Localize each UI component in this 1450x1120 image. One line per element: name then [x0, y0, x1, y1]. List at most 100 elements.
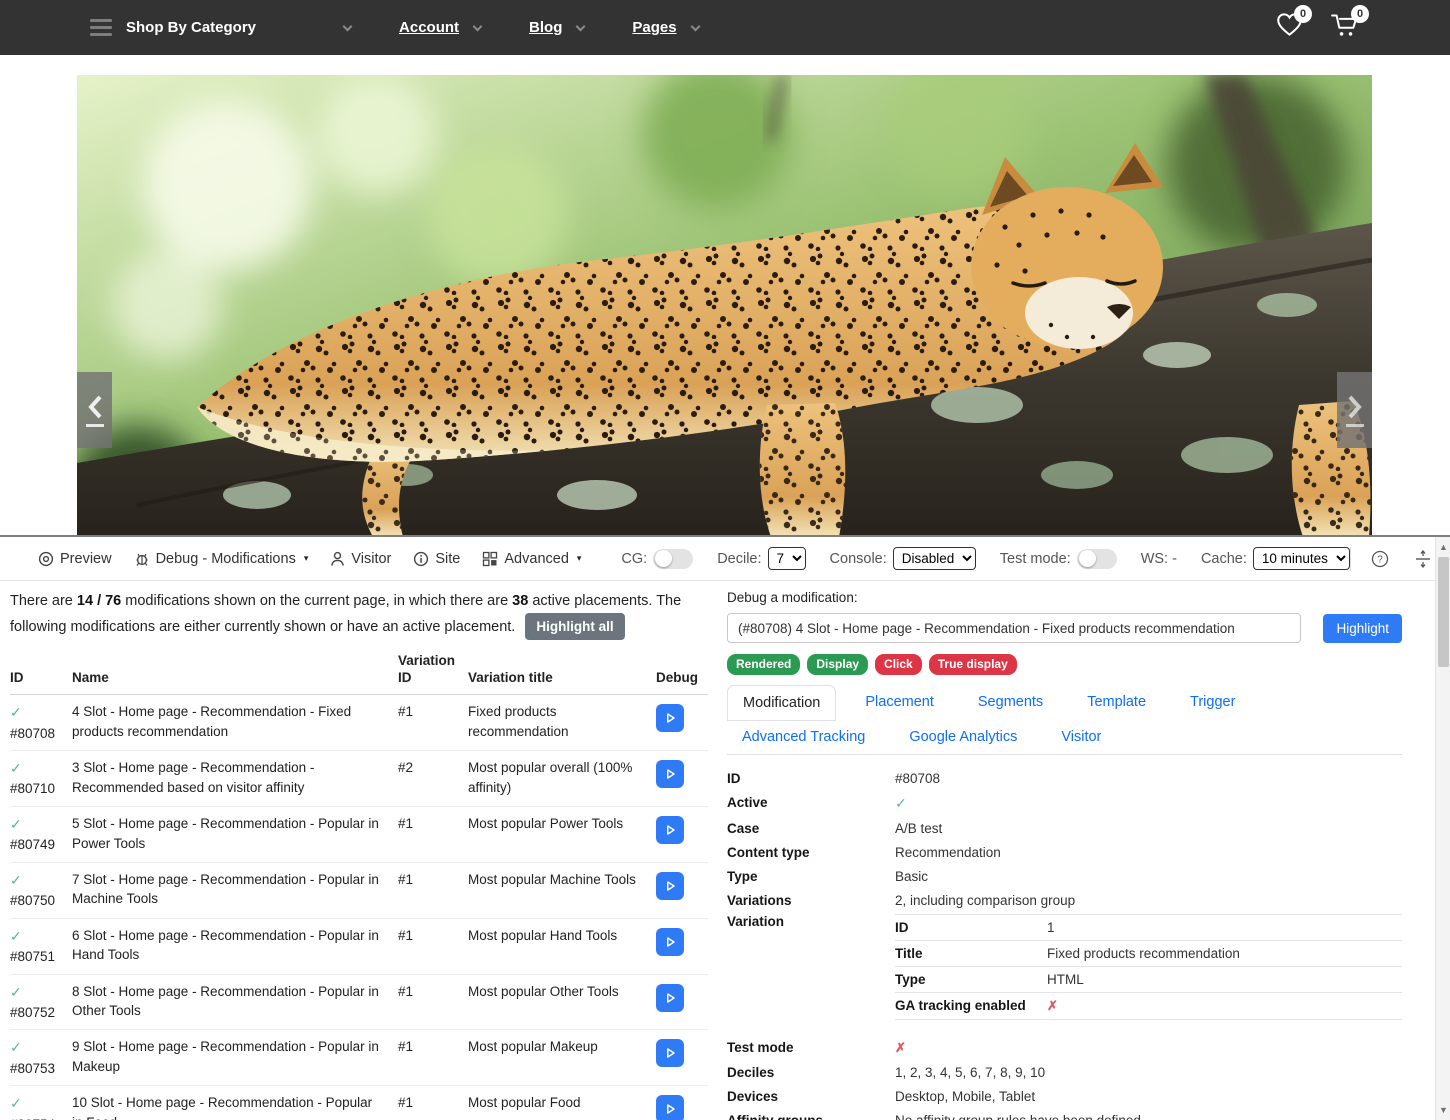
play-icon: [662, 710, 678, 726]
active-check-icon: ✓: [10, 982, 72, 1002]
detail-key: Type: [727, 869, 895, 884]
status-badges: RenderedDisplayClickTrue display: [727, 654, 1402, 675]
cg-toggle[interactable]: [653, 549, 693, 569]
tab-advanced-tracking[interactable]: Advanced Tracking: [727, 720, 880, 754]
wishlist-button[interactable]: 0: [1276, 12, 1303, 43]
detail-row-ga-tracking-enabled: GA tracking enabled✗: [895, 993, 1402, 1020]
table-header: ID Name Variation ID Variation title Deb…: [10, 653, 708, 695]
detail-row-devices: DevicesDesktop, Mobile, Tablet: [727, 1084, 1402, 1108]
modifications-summary: There are 14 / 76 modifications shown on…: [10, 590, 708, 640]
tab-modification[interactable]: Modification: [727, 685, 836, 721]
detail-key: Case: [727, 821, 895, 836]
detail-row-case: CaseA/B test: [727, 816, 1402, 840]
detail-row-test-mode: Test mode✗: [727, 1035, 1402, 1060]
detail-key: Test mode: [727, 1040, 895, 1056]
nav-blog[interactable]: Blog: [529, 19, 584, 36]
test-mode-toggle[interactable]: [1077, 549, 1117, 569]
active-check-icon: ✓: [10, 1037, 72, 1057]
cart-count-badge: 0: [1351, 5, 1369, 23]
decile-control: Decile: 7: [717, 547, 805, 570]
cross-icon: ✗: [895, 1040, 1402, 1056]
bug-icon: [134, 551, 150, 567]
highlight-all-button[interactable]: Highlight all: [525, 613, 624, 640]
detail-key: Title: [895, 946, 1047, 961]
cart-button[interactable]: 0: [1331, 12, 1360, 43]
chevron-left-icon: [86, 394, 104, 420]
tab-template[interactable]: Template: [1072, 685, 1161, 720]
debug-panel: Preview Debug - Modifications▾ Visitor S…: [0, 535, 1450, 1120]
nav-pages[interactable]: Pages: [632, 19, 698, 36]
debug-modifications-menu[interactable]: Debug - Modifications▾: [134, 551, 309, 567]
caret-down-icon: ▾: [577, 553, 582, 564]
debug-play-button[interactable]: [656, 1039, 684, 1067]
detail-key: GA tracking enabled: [895, 998, 1047, 1014]
cache-select[interactable]: 10 minutes: [1253, 547, 1350, 570]
carousel-next-button[interactable]: [1337, 372, 1372, 448]
play-icon: [662, 1101, 678, 1117]
detail-row-type: TypeBasic: [727, 864, 1402, 888]
top-navigation: Shop By Category Account Blog Pages 0 0: [0, 0, 1450, 55]
active-check-icon: ✓: [10, 870, 72, 890]
debug-play-button[interactable]: [656, 816, 684, 844]
site-button[interactable]: Site: [413, 551, 460, 567]
tab-segments[interactable]: Segments: [963, 685, 1058, 720]
advanced-icon: [482, 551, 498, 567]
badge-display: Display: [807, 654, 868, 675]
visitor-button[interactable]: Visitor: [330, 551, 391, 567]
chevron-down-icon: [473, 22, 483, 32]
table-row: ✓#80753 9 Slot - Home page - Recommendat…: [10, 1030, 708, 1086]
nav-account[interactable]: Account: [399, 19, 481, 36]
info-icon: [413, 551, 429, 567]
debug-play-button[interactable]: [656, 984, 684, 1012]
scrollbar[interactable]: ▲ ▼: [1435, 537, 1450, 1120]
debug-play-button[interactable]: [656, 760, 684, 788]
variation-block: VariationID1TitleFixed products recommen…: [727, 914, 1402, 1020]
cg-control: CG:: [621, 549, 693, 569]
chevron-down-icon: [690, 22, 700, 32]
scroll-thumb[interactable]: [1438, 557, 1449, 667]
split-view-button[interactable]: [1415, 550, 1431, 568]
test-mode-control: Test mode:: [1000, 549, 1117, 569]
active-check-icon: ✓: [10, 758, 72, 778]
shop-by-category-button[interactable]: Shop By Category: [126, 19, 256, 36]
decile-select[interactable]: 7: [768, 547, 806, 570]
preview-icon: [38, 551, 54, 567]
debug-play-button[interactable]: [656, 1095, 684, 1120]
split-resize-icon: [1415, 550, 1431, 568]
detail-key: Devices: [727, 1089, 895, 1104]
debug-play-button[interactable]: [656, 872, 684, 900]
hamburger-menu-icon[interactable]: [90, 19, 112, 36]
toolbar-separator: [1350, 547, 1351, 571]
highlight-button[interactable]: Highlight: [1323, 614, 1402, 643]
tab-trigger[interactable]: Trigger: [1175, 685, 1250, 720]
ws-status: WS: -: [1141, 551, 1177, 567]
scroll-up-arrow[interactable]: ▲: [1436, 539, 1450, 555]
active-check-icon: ✓: [10, 702, 72, 722]
detail-row-deciles: Deciles1, 2, 3, 4, 5, 6, 7, 8, 9, 10: [727, 1060, 1402, 1084]
tab-visitor[interactable]: Visitor: [1046, 720, 1116, 754]
debug-play-button[interactable]: [656, 928, 684, 956]
hero-carousel: [77, 75, 1372, 537]
tab-google-analytics[interactable]: Google Analytics: [894, 720, 1032, 754]
detail-key: Variations: [727, 893, 895, 908]
hero-image-leopard-on-branch: [77, 75, 1372, 537]
help-button[interactable]: ?: [1371, 550, 1389, 568]
check-icon: ✓: [895, 795, 1402, 812]
modifications-table: ID Name Variation ID Variation title Deb…: [10, 653, 708, 1120]
detail-key: Content type: [727, 845, 895, 860]
preview-button[interactable]: Preview: [38, 551, 112, 567]
modification-detail-section: Debug a modification: (#80708) 4 Slot - …: [727, 590, 1402, 1120]
scroll-down-arrow[interactable]: ▼: [1436, 1102, 1450, 1118]
detail-row-affinity-groups: Affinity groupsNo affinity group rules h…: [727, 1108, 1402, 1120]
variation-table: ID1TitleFixed products recommendationTyp…: [895, 914, 1402, 1020]
play-icon: [662, 1045, 678, 1061]
advanced-menu[interactable]: Advanced▾: [482, 551, 581, 567]
table-row: ✓#80710 3 Slot - Home page - Recommendat…: [10, 751, 708, 807]
detail-row-id: ID1: [895, 915, 1402, 941]
console-select[interactable]: Disabled: [893, 547, 976, 570]
modification-select[interactable]: (#80708) 4 Slot - Home page - Recommenda…: [727, 613, 1301, 643]
carousel-prev-button[interactable]: [77, 372, 112, 448]
tab-placement[interactable]: Placement: [850, 685, 949, 720]
debug-play-button[interactable]: [656, 704, 684, 732]
detail-row-active: Active✓: [727, 790, 1402, 816]
